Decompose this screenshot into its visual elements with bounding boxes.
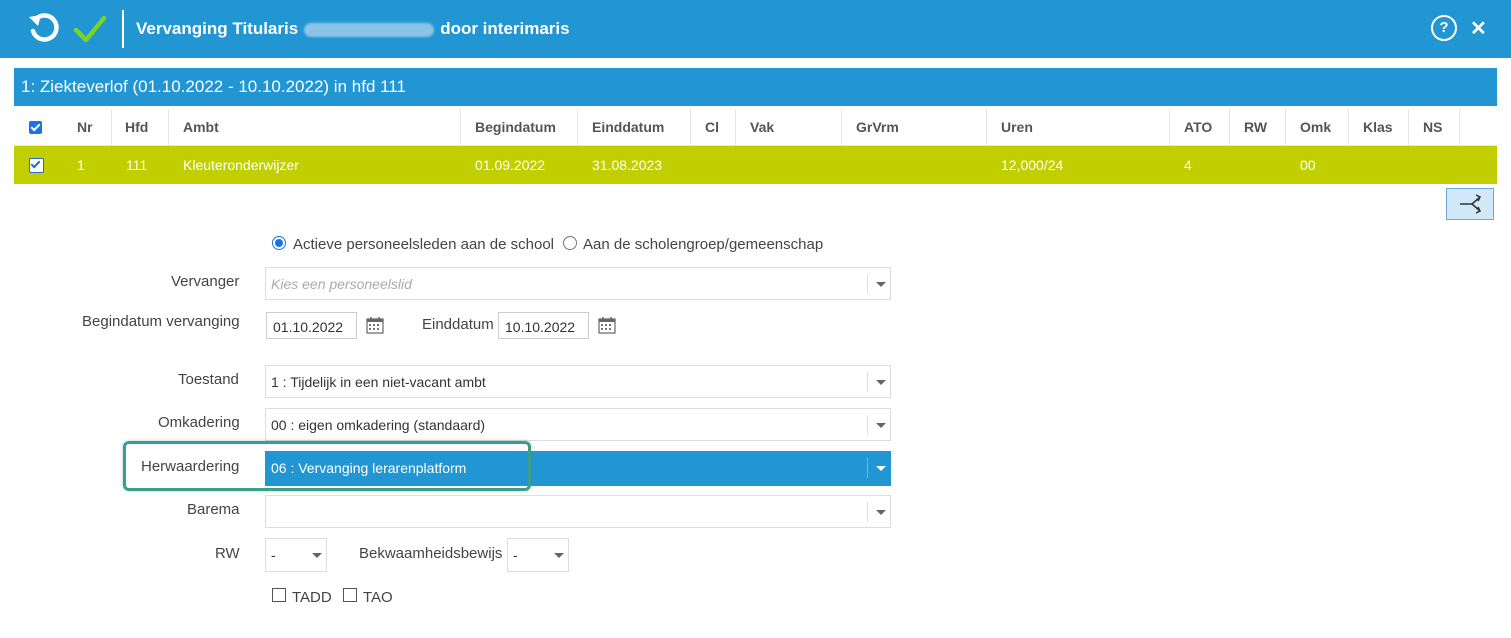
toestand-label: Toestand [178, 371, 239, 388]
chevron-down-icon [876, 466, 886, 471]
radio-active-staff-label[interactable]: Actieve personeelsleden aan de school [293, 236, 554, 253]
title-prefix: Vervanging Titularis [136, 19, 299, 38]
col-header-hfd[interactable]: Hfd [125, 109, 148, 145]
herwaardering-value: 06 : Vervanging lerarenplatform [271, 460, 467, 476]
row-nr: 1 [77, 157, 85, 173]
confirm-check-icon[interactable] [72, 12, 108, 46]
row-hfd: 111 [126, 157, 148, 173]
col-header-klas[interactable]: Klas [1363, 109, 1393, 145]
chevron-down-icon [312, 553, 322, 558]
undo-icon[interactable] [26, 11, 62, 47]
barema-label: Barema [187, 501, 240, 518]
begindatum-label: Begindatum vervanging [82, 313, 240, 330]
radio-active-staff[interactable] [272, 236, 286, 250]
absence-section-header: 1: Ziekteverlof (01.10.2022 - 10.10.2022… [14, 68, 1497, 106]
toestand-select[interactable]: 1 : Tijdelijk in een niet-vacant ambt [265, 365, 891, 398]
herwaardering-select[interactable]: 06 : Vervanging lerarenplatform [265, 451, 891, 486]
col-header-grvrm[interactable]: GrVrm [856, 109, 899, 145]
row-ato: 4 [1184, 157, 1192, 173]
omkadering-value: 00 : eigen omkadering (standaard) [271, 417, 486, 433]
window-title: Vervanging Titularis door interimaris [136, 19, 570, 39]
vervanger-label: Vervanger [171, 273, 240, 290]
begindatum-value: 01.10.2022 [273, 319, 344, 335]
row-begindatum: 01.09.2022 [475, 157, 546, 173]
radio-group-staff-label[interactable]: Aan de scholengroep/gemeenschap [583, 236, 823, 253]
chevron-down-icon [876, 282, 886, 287]
vervanger-placeholder: Kies een personeelslid [271, 276, 412, 292]
tadd-checkbox[interactable] [272, 588, 286, 602]
barema-select[interactable] [265, 495, 891, 528]
col-header-cl[interactable]: Cl [705, 109, 719, 145]
close-icon[interactable]: ✕ [1470, 16, 1487, 41]
calendar-icon[interactable] [598, 316, 616, 334]
toestand-value: 1 : Tijdelijk in een niet-vacant ambt [271, 374, 486, 390]
select-all-checkbox[interactable] [29, 121, 42, 134]
col-header-ns[interactable]: NS [1423, 109, 1442, 145]
section-title: 1: Ziekteverlof (01.10.2022 - 10.10.2022… [21, 77, 406, 96]
branch-icon [1460, 194, 1482, 214]
split-button[interactable] [1446, 188, 1494, 220]
einddatum-label: Einddatum [422, 316, 494, 333]
begindatum-input[interactable]: 01.10.2022 [266, 312, 357, 339]
row-einddatum: 31.08.2023 [592, 157, 663, 173]
row-omk: 00 [1300, 157, 1316, 173]
title-separator [122, 10, 124, 48]
table-row[interactable]: 1 111 Kleuteronderwijzer 01.09.2022 31.0… [14, 146, 1497, 184]
bekwaamheidsbewijs-select[interactable]: - [507, 538, 569, 572]
vervanger-select[interactable]: Kies een personeelslid [265, 267, 891, 300]
row-checkbox[interactable] [29, 158, 44, 173]
title-bar: Vervanging Titularis door interimaris ? ✕ [0, 0, 1511, 58]
col-header-begindatum[interactable]: Begindatum [475, 109, 556, 145]
col-header-ambt[interactable]: Ambt [183, 109, 219, 145]
col-header-uren[interactable]: Uren [1001, 109, 1033, 145]
chevron-down-icon [554, 553, 564, 558]
einddatum-value: 10.10.2022 [505, 319, 576, 335]
calendar-icon[interactable] [366, 316, 384, 334]
row-ambt: Kleuteronderwijzer [183, 157, 299, 173]
rw-value: - [271, 547, 276, 563]
bekwaamheidsbewijs-value: - [513, 547, 518, 563]
help-icon[interactable]: ? [1431, 15, 1457, 41]
col-header-omk[interactable]: Omk [1300, 109, 1331, 145]
omkadering-select[interactable]: 00 : eigen omkadering (standaard) [265, 408, 891, 441]
grid-header-row: Nr Hfd Ambt Begindatum Einddatum Cl Vak … [14, 109, 1497, 146]
chevron-down-icon [876, 510, 886, 515]
herwaardering-label: Herwaardering [141, 458, 240, 475]
rw-select[interactable]: - [265, 538, 327, 572]
bekwaamheidsbewijs-label: Bekwaamheidsbewijs [359, 545, 503, 562]
redacted-name [304, 22, 435, 37]
tao-checkbox[interactable] [343, 588, 357, 602]
rw-label: RW [215, 545, 240, 562]
title-suffix: door interimaris [440, 19, 570, 38]
chevron-down-icon [876, 423, 886, 428]
omkadering-label: Omkadering [158, 414, 240, 431]
chevron-down-icon [876, 380, 886, 385]
col-header-vak[interactable]: Vak [750, 109, 774, 145]
tao-label[interactable]: TAO [363, 589, 393, 606]
col-header-nr[interactable]: Nr [77, 109, 93, 145]
col-header-einddatum[interactable]: Einddatum [592, 109, 664, 145]
col-header-ato[interactable]: ATO [1184, 109, 1212, 145]
einddatum-input[interactable]: 10.10.2022 [498, 312, 589, 339]
row-uren: 12,000/24 [1001, 157, 1064, 173]
radio-group-staff[interactable] [563, 236, 577, 250]
tadd-label[interactable]: TADD [292, 589, 332, 606]
col-header-rw[interactable]: RW [1244, 109, 1267, 145]
assignments-grid: Nr Hfd Ambt Begindatum Einddatum Cl Vak … [14, 109, 1497, 184]
